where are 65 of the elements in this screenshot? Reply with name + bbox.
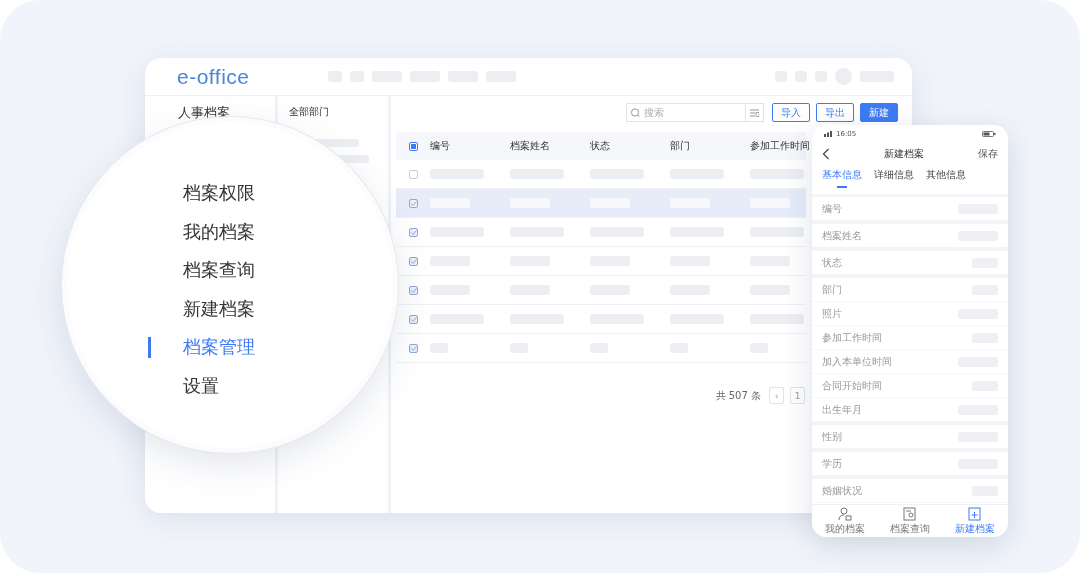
page-title: 新建档案 [884, 147, 924, 161]
field-label: 参加工作时间 [822, 330, 882, 345]
check-icon [409, 228, 417, 236]
nav-item[interactable]: 我的档案 [812, 505, 878, 537]
search-field[interactable]: 搜索 [626, 103, 746, 122]
column-header: 状态 [590, 139, 611, 153]
field-label: 加入本单位时间 [822, 354, 892, 369]
person-icon [837, 506, 852, 521]
page-button[interactable]: 1 [790, 387, 805, 404]
field-label: 婚姻状况 [822, 483, 862, 498]
row-checkbox[interactable] [408, 314, 418, 324]
selected-row[interactable] [396, 189, 806, 218]
check-icon [409, 344, 417, 352]
field-label: 性别 [822, 429, 842, 444]
active-menu-item[interactable]: 档案管理 [183, 335, 255, 360]
row-checkbox[interactable] [408, 227, 418, 237]
menu-item[interactable]: 新建档案 [183, 296, 255, 321]
row-checkbox[interactable] [408, 198, 418, 208]
tab[interactable]: 其他信息 [926, 168, 966, 190]
document-add-icon [968, 506, 983, 521]
row-checkbox[interactable] [408, 343, 418, 353]
row-checkbox[interactable] [408, 285, 418, 295]
filter-icon[interactable] [750, 108, 759, 117]
toolbar-button[interactable]: 新建 [860, 103, 898, 122]
back-icon[interactable] [822, 148, 830, 160]
header-checkbox[interactable] [408, 141, 418, 151]
field-label: 合同开始时间 [822, 378, 882, 393]
logo: e-office [177, 64, 250, 89]
check-icon [409, 199, 417, 207]
column-header: 档案姓名 [510, 139, 551, 153]
prev-page-button[interactable]: ‹ [769, 387, 784, 404]
check-icon [409, 315, 417, 323]
field-label: 部门 [822, 282, 842, 297]
signal-icon [824, 131, 833, 137]
menu-item[interactable]: 我的档案 [183, 219, 255, 244]
field-label: 状态 [822, 255, 842, 270]
nav-item[interactable]: 新建档案 [942, 505, 1008, 537]
check-icon [409, 286, 417, 294]
column-header: 编号 [430, 139, 451, 153]
tab[interactable]: 详细信息 [874, 168, 914, 190]
tab[interactable]: 基本信息 [822, 168, 862, 190]
battery-icon [982, 131, 996, 137]
field-label: 学历 [822, 456, 842, 471]
skeleton-bar [750, 169, 804, 179]
field-label: 照片 [822, 306, 842, 321]
skeleton-bar [750, 227, 804, 237]
field-label: 出生年月 [822, 402, 862, 417]
document-search-icon [903, 506, 917, 521]
filter-button[interactable] [746, 103, 764, 122]
menu-item[interactable]: 档案查询 [183, 258, 255, 283]
menu-item[interactable]: 档案权限 [183, 181, 255, 206]
check-icon [409, 257, 417, 265]
save-button[interactable]: 保存 [978, 147, 998, 161]
total-count: 共 507 条 [715, 388, 761, 403]
menu-item[interactable]: 设置 [183, 373, 219, 398]
field-label: 编号 [822, 201, 842, 216]
row-checkbox[interactable] [408, 256, 418, 266]
panel-title: 全部部门 [289, 105, 330, 119]
toolbar-button[interactable]: 导入 [772, 103, 810, 122]
nav-item[interactable]: 档案查询 [877, 505, 943, 537]
column-header: 部门 [670, 139, 691, 153]
row-checkbox[interactable] [408, 169, 418, 179]
skeleton-bar [750, 314, 804, 324]
field-label: 档案姓名 [822, 228, 862, 243]
toolbar-button[interactable]: 导出 [816, 103, 854, 122]
